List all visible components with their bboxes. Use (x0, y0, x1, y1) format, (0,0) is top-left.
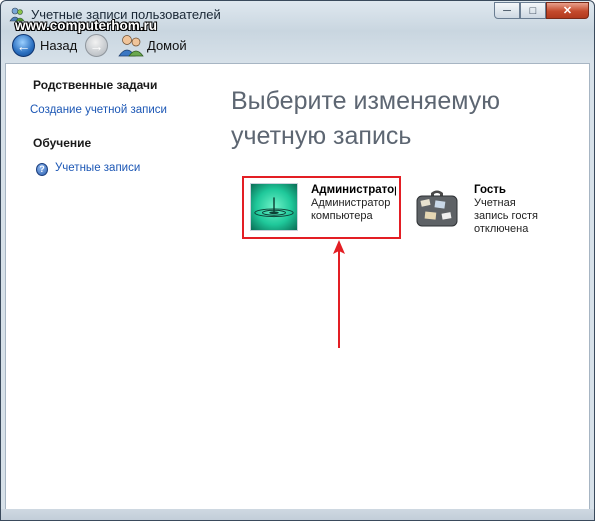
navigation-bar: ← Назад → Домой (1, 29, 594, 61)
account-status-line3: отключена (474, 223, 529, 235)
users-home-icon[interactable] (118, 33, 144, 57)
close-icon: ✕ (562, 5, 573, 17)
back-arrow-icon: ← (16, 37, 31, 54)
watermark: www.computerhom.ru (15, 18, 158, 33)
maximize-button[interactable]: □ (520, 2, 546, 19)
home-label[interactable]: Домой (147, 38, 187, 53)
learning-heading: Обучение (33, 136, 92, 150)
back-label[interactable]: Назад (40, 38, 77, 53)
help-icon: ? (36, 163, 48, 176)
minimize-button[interactable]: ─ (494, 2, 520, 19)
related-tasks-heading: Родственные задачи (33, 78, 158, 92)
minimize-icon: ─ (503, 4, 511, 17)
highlight-box (242, 176, 401, 239)
forward-button[interactable]: → (85, 34, 108, 57)
status-bar (1, 509, 594, 520)
maximize-icon: □ (529, 4, 537, 17)
accounts-help-link[interactable]: Учетные записи (55, 162, 140, 174)
account-status-line2: запись гостя (474, 210, 538, 222)
suitcase-avatar (413, 183, 461, 231)
title-bar[interactable]: Учетные записи пользователей www.compute… (1, 1, 594, 33)
account-status-line1: Учетная (474, 197, 516, 209)
account-name: Гость (474, 184, 506, 196)
page-title: Выберите изменяемую учетную запись (231, 84, 551, 154)
forward-arrow-icon: → (89, 37, 104, 54)
pointer-arrow (333, 240, 345, 348)
create-account-link[interactable]: Создание учетной записи (30, 104, 167, 116)
close-button[interactable]: ✕ (546, 2, 589, 19)
user-accounts-window: Учетные записи пользователей www.compute… (0, 0, 595, 521)
page-title-line2: учетную запись (231, 122, 412, 150)
back-button[interactable]: ← (12, 34, 35, 57)
content-pane: Родственные задачи Создание учетной запи… (5, 63, 590, 516)
page-title-line1: Выберите изменяемую (231, 87, 500, 115)
